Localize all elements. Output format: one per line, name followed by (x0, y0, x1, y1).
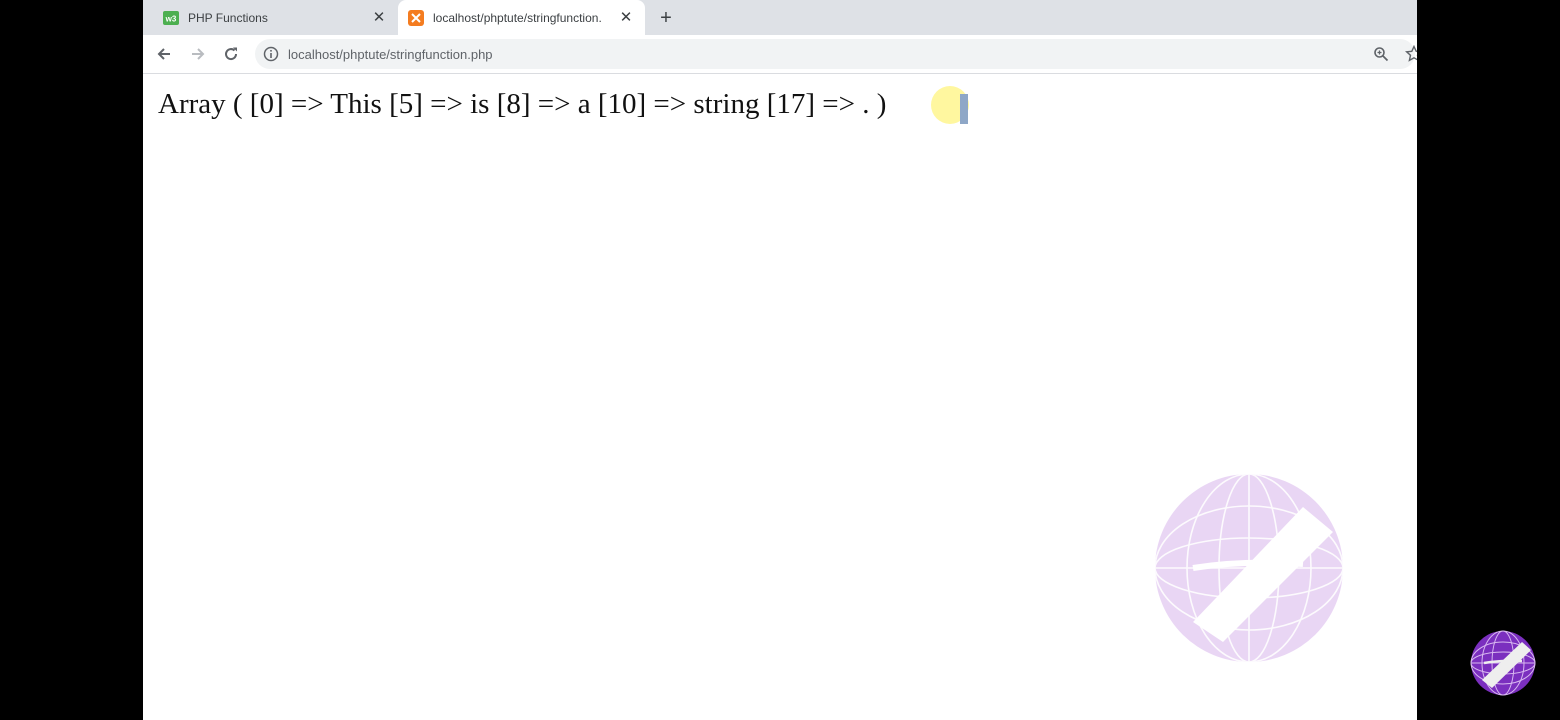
close-tab-icon[interactable]: ✕ (617, 9, 635, 27)
globe-logo-watermark (1153, 472, 1345, 664)
tab-title: PHP Functions (188, 10, 268, 25)
text-selection (960, 94, 968, 124)
tab-strip: w3 PHP Functions ✕ localhost/phptute/str… (143, 0, 1417, 35)
info-icon[interactable] (263, 46, 279, 62)
globe-logo-icon (1470, 630, 1536, 696)
reload-icon[interactable] (218, 41, 244, 67)
browser-window: w3 PHP Functions ✕ localhost/phptute/str… (143, 0, 1417, 720)
close-tab-icon[interactable]: ✕ (370, 9, 388, 27)
tab-title: localhost/phptute/stringfunction. (433, 10, 602, 25)
forward-arrow-icon[interactable] (185, 41, 211, 67)
back-arrow-icon[interactable] (151, 41, 177, 67)
address-bar[interactable]: localhost/phptute/stringfunction.php (255, 39, 1417, 69)
tab-stringfunction[interactable]: localhost/phptute/stringfunction. ✕ (398, 0, 645, 35)
tab-php-functions[interactable]: w3 PHP Functions ✕ (153, 0, 398, 35)
bookmark-star-icon[interactable] (1404, 44, 1417, 63)
svg-text:w3: w3 (165, 14, 177, 23)
url-text: localhost/phptute/stringfunction.php (288, 47, 493, 62)
print-r-output: Array ( [0] => This [5] => is [8] => a [… (158, 88, 887, 120)
w3-favicon-icon: w3 (163, 10, 179, 26)
xampp-favicon-icon (408, 9, 424, 26)
page-content: Array ( [0] => This [5] => is [8] => a [… (143, 74, 1417, 720)
browser-toolbar: localhost/phptute/stringfunction.php (143, 35, 1417, 74)
zoom-icon[interactable] (1373, 46, 1389, 62)
plus-icon[interactable]: + (655, 7, 677, 29)
